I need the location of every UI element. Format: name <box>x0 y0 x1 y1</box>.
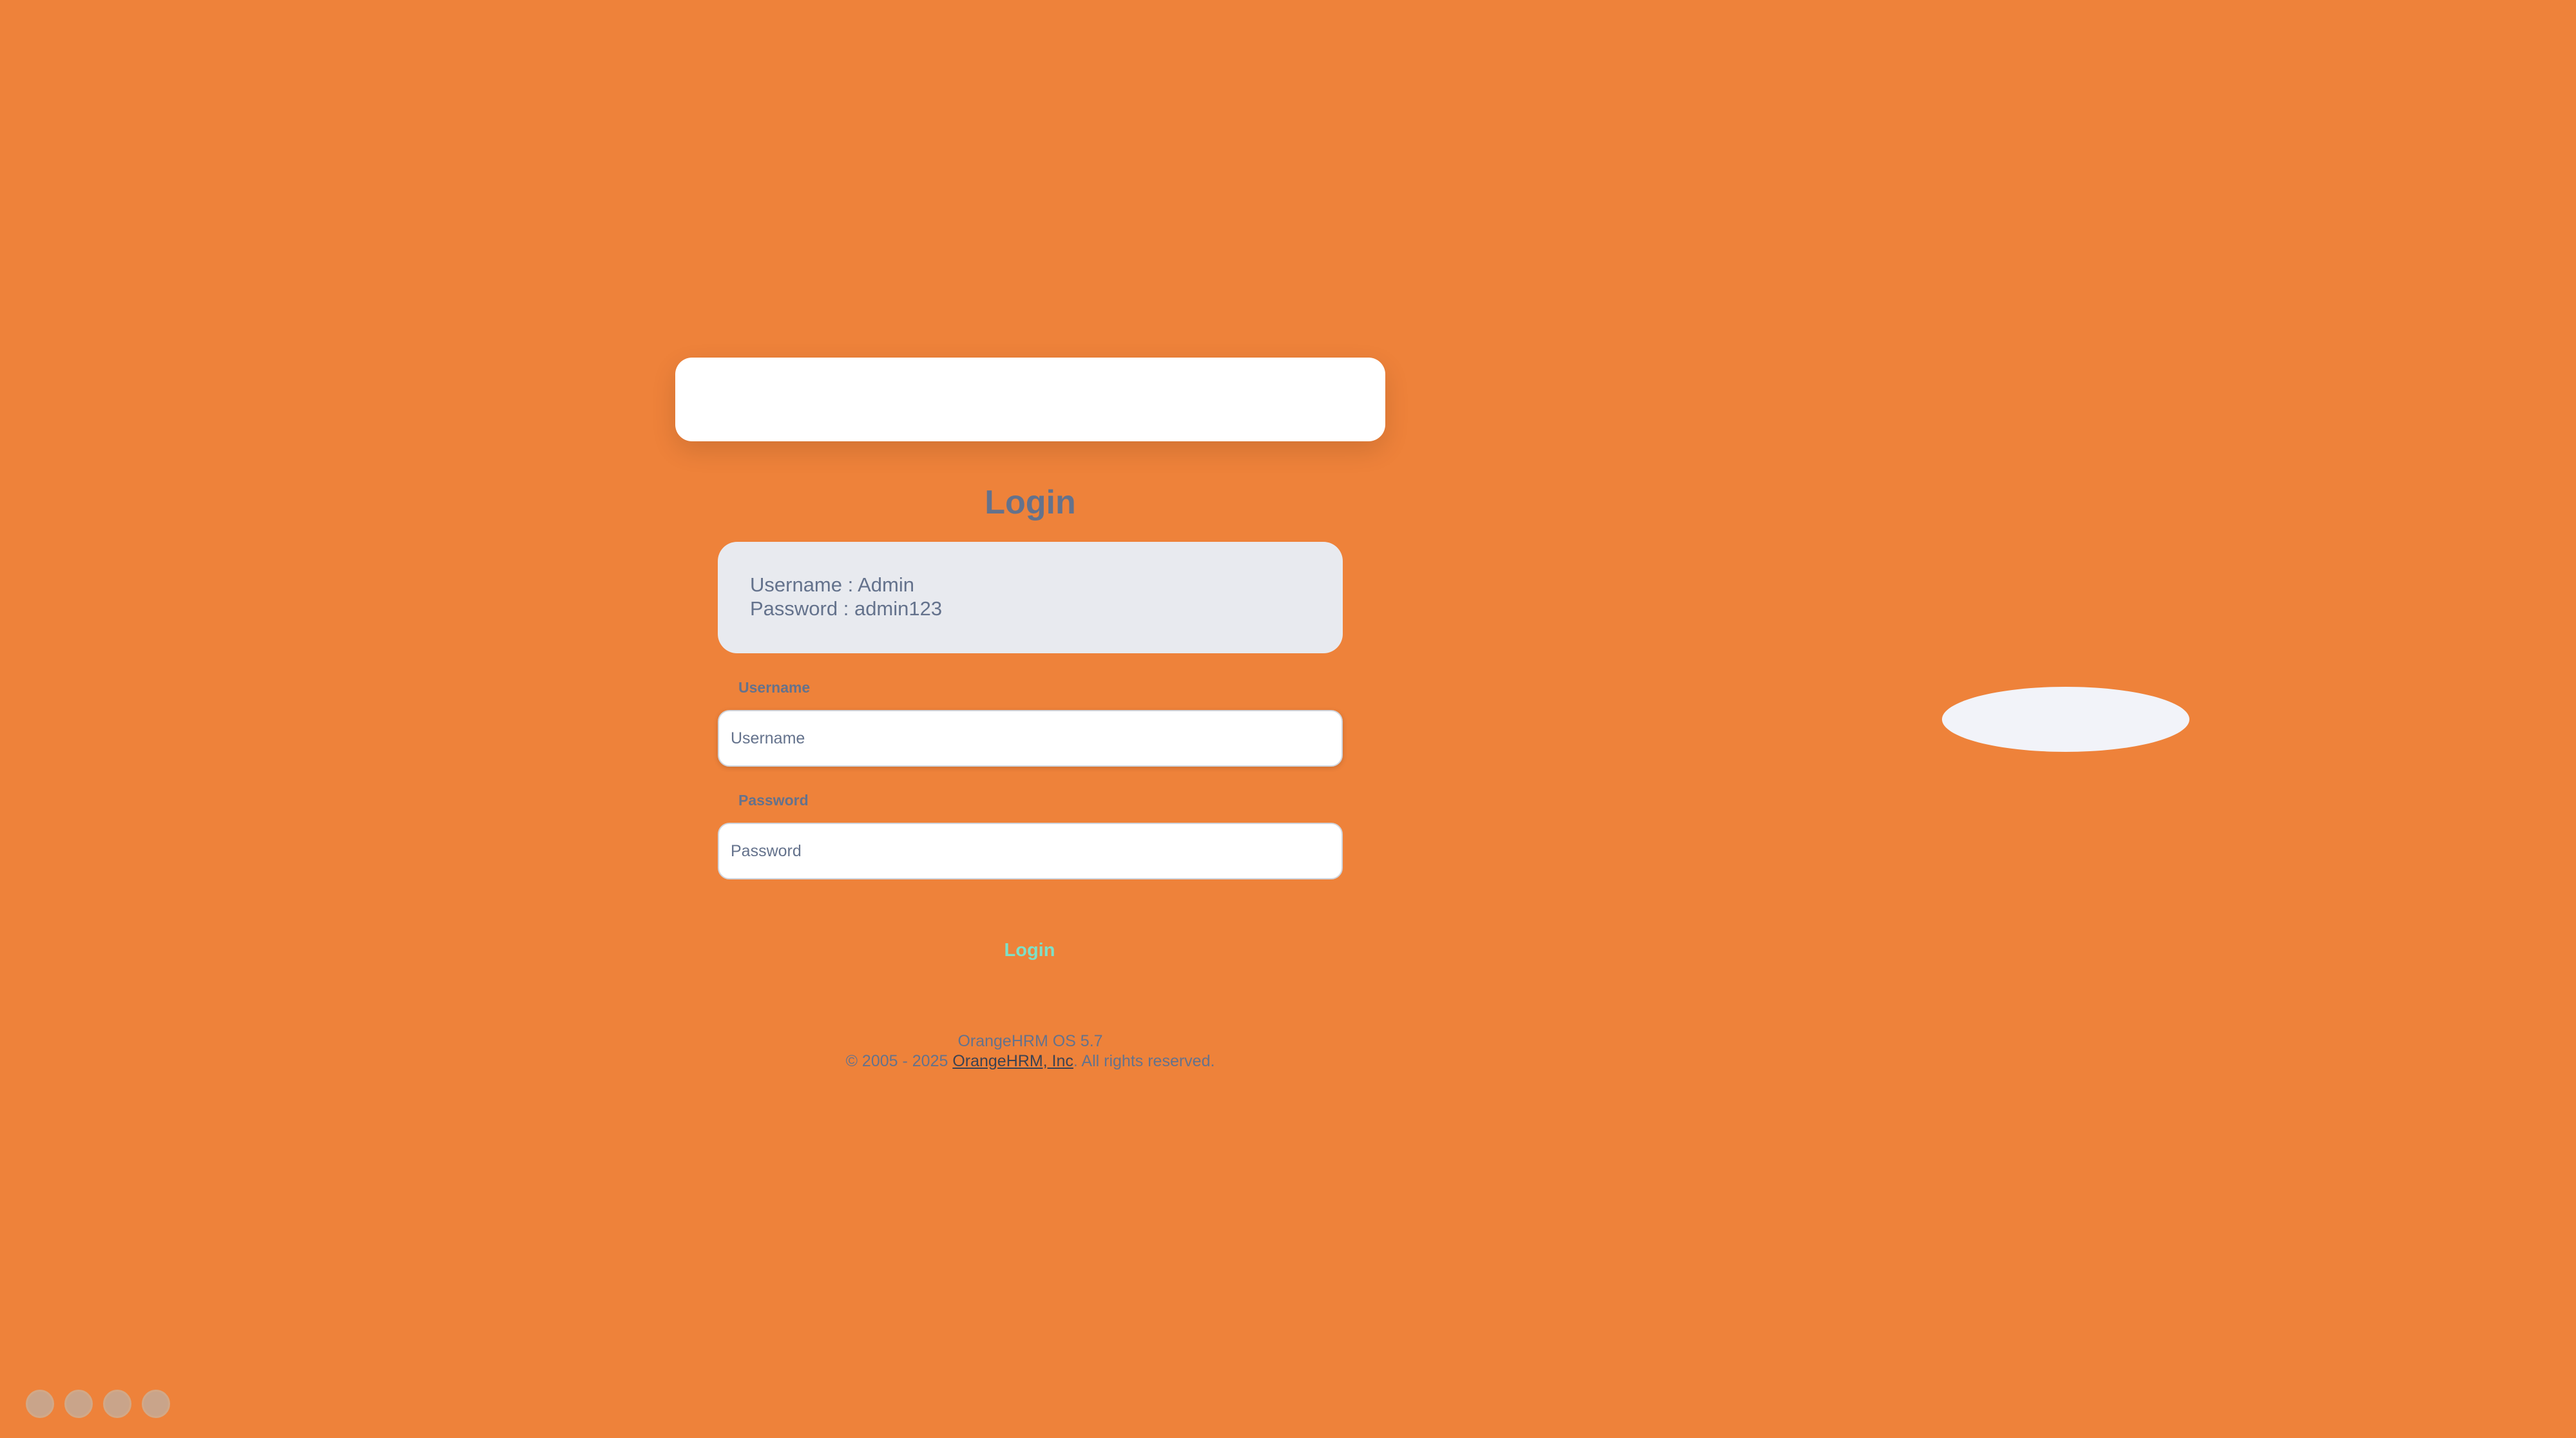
username-label: Username <box>738 679 811 696</box>
facebook-icon[interactable] <box>64 1390 93 1418</box>
password-label: Password <box>738 792 809 809</box>
linkedin-icon[interactable] <box>26 1390 54 1418</box>
demo-credentials-box: Username : Admin Password : admin123 <box>718 542 1343 653</box>
twitter-icon[interactable] <box>103 1390 131 1418</box>
version-text: OrangeHRM OS 5.7 <box>957 1032 1103 1050</box>
copyright-suffix: . All rights reserved. <box>1073 1052 1215 1070</box>
password-input[interactable] <box>718 823 1343 879</box>
company-link[interactable]: OrangeHRM, Inc <box>952 1052 1073 1070</box>
logo-banner <box>675 358 1385 441</box>
copyright-text: © 2005 - 2025 OrangeHRM, Inc. All rights… <box>675 1051 1385 1071</box>
login-title: Login <box>985 484 1076 521</box>
username-input[interactable] <box>718 710 1343 767</box>
login-button[interactable]: Login <box>965 934 1094 966</box>
demo-password-text: Password : admin123 <box>750 597 943 620</box>
demo-username-text: Username : Admin <box>750 573 914 596</box>
login-page: Login Username : Admin Password : admin1… <box>0 0 2576 1438</box>
social-links <box>26 1390 170 1418</box>
youtube-icon[interactable] <box>142 1390 170 1418</box>
footer: OrangeHRM OS 5.7 © 2005 - 2025 OrangeHRM… <box>675 1031 1385 1071</box>
decorative-oval <box>1942 687 2189 752</box>
copyright-prefix: © 2005 - 2025 <box>845 1052 953 1070</box>
